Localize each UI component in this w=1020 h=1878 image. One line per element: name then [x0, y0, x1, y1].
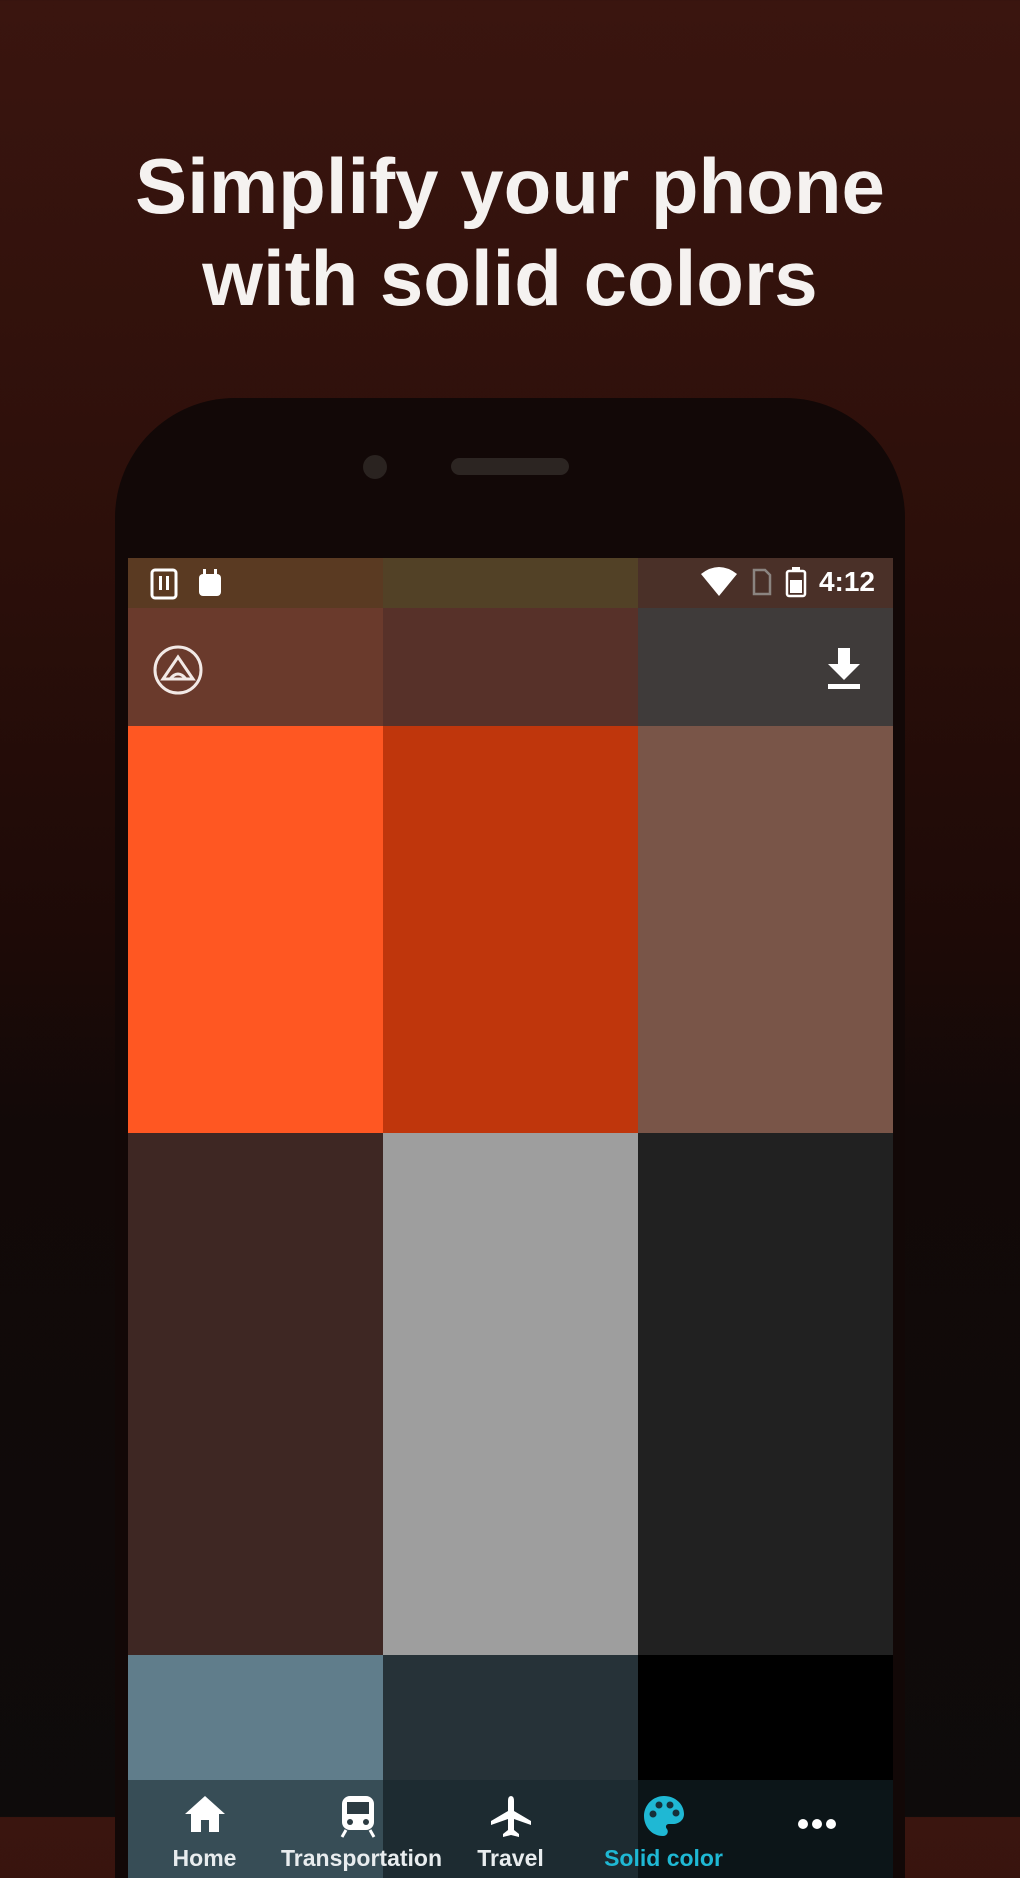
status-bar: 4:12	[128, 558, 893, 608]
wifi-icon	[700, 567, 737, 596]
phone-screen: 4:12 Home Transportation Travel Solid co…	[128, 558, 893, 1878]
nav-item-more[interactable]	[740, 1780, 893, 1878]
download-icon[interactable]	[825, 646, 863, 690]
nav-label-solid-color: Solid color	[604, 1845, 723, 1871]
headline-line-2: with solid colors	[202, 234, 818, 322]
android-icon	[199, 569, 221, 596]
app-toolbar	[128, 608, 893, 726]
phone-frame: 4:12 Home Transportation Travel Solid co…	[115, 398, 905, 1878]
status-time: 4:12	[818, 566, 875, 597]
palette-icon	[643, 1796, 684, 1836]
notification-icon	[150, 568, 178, 600]
status-segment	[383, 558, 638, 608]
color-swatch[interactable]	[638, 726, 893, 1133]
nav-label-travel: Travel	[477, 1845, 544, 1871]
headline-line-1: Simplify your phone	[135, 142, 885, 230]
color-swatch[interactable]	[638, 1133, 893, 1655]
nav-label-home: Home	[172, 1845, 237, 1871]
train-icon	[340, 1796, 375, 1838]
nav-label-transportation: Transportation	[281, 1845, 443, 1871]
home-icon	[184, 1796, 225, 1832]
nav-item-home[interactable]: Home	[128, 1780, 281, 1878]
bottom-navigation: Home Transportation Travel Solid color	[128, 1780, 893, 1878]
nav-item-transportation[interactable]: Transportation	[281, 1780, 443, 1878]
color-swatch[interactable]	[128, 726, 383, 1133]
nav-item-solid-color[interactable]: Solid color	[587, 1780, 740, 1878]
battery-icon	[785, 567, 807, 598]
headline: Simplify your phone with solid colors	[0, 140, 1020, 324]
more-icon	[797, 1819, 836, 1829]
color-swatch[interactable]	[128, 1133, 383, 1655]
airplane-icon	[490, 1796, 531, 1837]
toolbar-segment	[383, 608, 638, 726]
sim-icon	[752, 568, 772, 596]
nav-item-travel[interactable]: Travel	[434, 1780, 587, 1878]
app-logo-icon[interactable]	[150, 643, 206, 697]
front-camera	[363, 455, 387, 479]
color-swatch[interactable]	[383, 726, 638, 1133]
color-swatch[interactable]	[383, 1133, 638, 1655]
earpiece-speaker	[451, 458, 569, 475]
